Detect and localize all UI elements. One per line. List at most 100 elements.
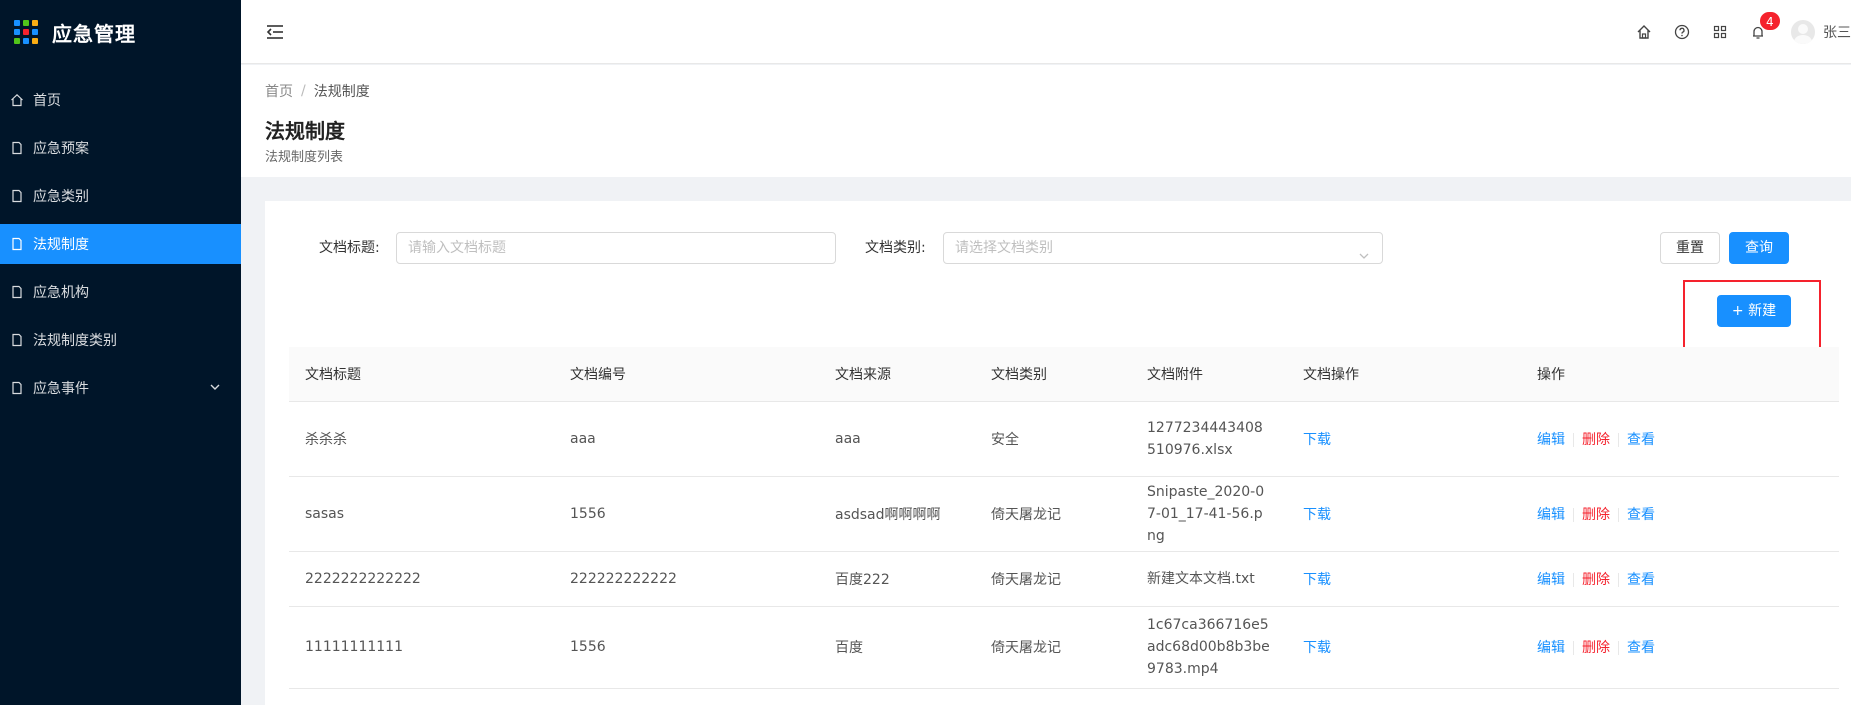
view-link[interactable]: 查看 [1627, 507, 1655, 523]
doc-action-cell: 下载 [1287, 551, 1521, 607]
action-divider [1573, 641, 1574, 655]
delete-link[interactable]: 删除 [1582, 507, 1610, 523]
doc-attachment-cell: 1277234443408510976.xlsx [1131, 401, 1287, 477]
notification-bell-icon[interactable]: 4 [1739, 0, 1781, 64]
logo-dot [14, 29, 20, 35]
table-row: sasas 1556 asdsad啊啊啊啊 倚天屠龙记 Snipaste_2020-07… [289, 476, 1839, 552]
row-actions-cell: 编辑 删除 查看 [1521, 606, 1839, 689]
page-header: 首页 / 法规制度 法规制度 法规制度列表 [241, 65, 1851, 177]
new-button[interactable]: + 新建 [1717, 295, 1791, 327]
page-title: 法规制度 [265, 119, 345, 143]
type-select[interactable]: 请选择文档类别 [943, 232, 1383, 264]
delete-link[interactable]: 删除 [1582, 572, 1610, 588]
table-row: 2222222222222 222222222222 百度222 倚天屠龙记 新建文本文… [289, 551, 1839, 607]
notification-badge: 4 [1759, 11, 1781, 31]
sidebar-item-1[interactable]: 应急预案 [0, 128, 241, 168]
action-divider [1573, 572, 1574, 587]
reset-button[interactable]: 重置 [1660, 232, 1720, 264]
breadcrumb: 首页 / 法规制度 [265, 81, 1827, 101]
view-link[interactable]: 查看 [1627, 572, 1655, 588]
doc-action-cell: 下载 [1287, 476, 1521, 552]
logo-dot [14, 38, 20, 44]
doc-code-cell: 222222222222 [554, 551, 819, 607]
sidebar-item-label: 法规制度类别 [33, 333, 117, 349]
user-menu[interactable]: 张三 [1791, 20, 1851, 44]
download-link[interactable]: 下载 [1303, 640, 1331, 656]
file-icon [10, 141, 24, 155]
sidebar-item-label: 应急类别 [33, 189, 89, 205]
logo-dot [32, 29, 38, 35]
logo-dot [23, 29, 29, 35]
top-header: 4 张三 [241, 0, 1851, 64]
download-link[interactable]: 下载 [1303, 507, 1331, 523]
page-subtitle: 法规制度列表 [265, 150, 344, 165]
app-title: 应急管理 [52, 21, 136, 46]
title-filter-label: 文档标题: [319, 240, 380, 256]
home-icon[interactable] [1625, 0, 1663, 64]
sidebar-item-6[interactable]: 应急事件 [0, 368, 241, 408]
edit-link[interactable]: 编辑 [1537, 572, 1565, 588]
menu-fold-icon[interactable] [265, 22, 285, 42]
logo[interactable]: 应急管理 [0, 0, 241, 64]
question-icon[interactable] [1663, 0, 1701, 64]
file-icon [10, 381, 24, 395]
action-divider [1618, 572, 1619, 587]
view-link[interactable]: 查看 [1627, 432, 1655, 448]
row-actions-cell: 编辑 删除 查看 [1521, 551, 1839, 607]
sidebar-item-label: 应急预案 [33, 141, 89, 157]
action-divider [1573, 507, 1574, 522]
doc-title-cell: sasas [289, 476, 554, 552]
sidebar-item-3[interactable]: 法规制度 [0, 224, 241, 264]
doc-source-cell: 百度 [819, 606, 975, 689]
type-filter-label: 文档类别: [865, 240, 926, 256]
download-link[interactable]: 下载 [1303, 432, 1331, 448]
edit-link[interactable]: 编辑 [1537, 640, 1565, 656]
sidebar-item-label: 法规制度 [33, 237, 89, 253]
sidebar-item-4[interactable]: 应急机构 [0, 272, 241, 312]
breadcrumb-home[interactable]: 首页 [265, 81, 293, 101]
edit-link[interactable]: 编辑 [1537, 507, 1565, 523]
title-search-input[interactable]: 请输入文档标题 [396, 232, 836, 264]
column-header: 文档类别 [975, 347, 1131, 402]
sidebar-item-5[interactable]: 法规制度类别 [0, 320, 241, 360]
action-divider [1573, 432, 1574, 447]
table-row: 11111111111 1556 百度 倚天屠龙记 1c67ca366716e5adc6… [289, 606, 1839, 689]
documents-table: 文档标题 文档编号 文档来源 文档类别 文档附件 文档操作 操作 杀杀杀 aaa aaa 安全 12… [289, 347, 1839, 689]
home-icon [10, 93, 24, 107]
doc-source-cell: 百度222 [819, 551, 975, 607]
doc-code-cell: 1556 [554, 476, 819, 552]
logo-dot [32, 38, 38, 44]
doc-title-cell: 2222222222222 [289, 551, 554, 607]
logo-dot [32, 20, 38, 26]
breadcrumb-separator: / [301, 83, 306, 99]
action-divider [1618, 432, 1619, 447]
doc-attachment-cell: Snipaste_2020-07-01_17-41-56.png [1131, 476, 1287, 552]
column-header: 文档标题 [289, 347, 554, 402]
doc-code-cell: 1556 [554, 606, 819, 689]
doc-attachment-cell: 新建文本文档.txt [1131, 551, 1287, 607]
doc-code-cell: aaa [554, 401, 819, 477]
doc-source-cell: asdsad啊啊啊啊 [819, 476, 975, 552]
sidebar-item-2[interactable]: 应急类别 [0, 176, 241, 216]
chevron-down-icon [209, 381, 221, 397]
download-link[interactable]: 下载 [1303, 572, 1331, 588]
sidebar-item-0[interactable]: 首页 [0, 80, 241, 120]
column-header: 操作 [1521, 347, 1839, 402]
column-header: 文档来源 [819, 347, 975, 402]
action-divider [1618, 507, 1619, 522]
edit-link[interactable]: 编辑 [1537, 432, 1565, 448]
doc-title-cell: 杀杀杀 [289, 401, 554, 477]
apps-icon[interactable] [1701, 0, 1739, 64]
sidebar-item-label: 应急事件 [33, 381, 89, 397]
delete-link[interactable]: 删除 [1582, 432, 1610, 448]
delete-link[interactable]: 删除 [1582, 640, 1610, 656]
column-header: 文档编号 [554, 347, 819, 402]
file-icon [10, 285, 24, 299]
header-actions: 4 张三 [1625, 0, 1851, 64]
query-button[interactable]: 查询 [1729, 232, 1789, 264]
view-link[interactable]: 查看 [1627, 640, 1655, 656]
column-header: 文档附件 [1131, 347, 1287, 402]
row-actions-cell: 编辑 删除 查看 [1521, 401, 1839, 477]
logo-dot [14, 20, 20, 26]
content-card: 文档标题: 请输入文档标题 文档类别: 请选择文档类别 重置 查询 + 新建 文… [265, 201, 1851, 705]
